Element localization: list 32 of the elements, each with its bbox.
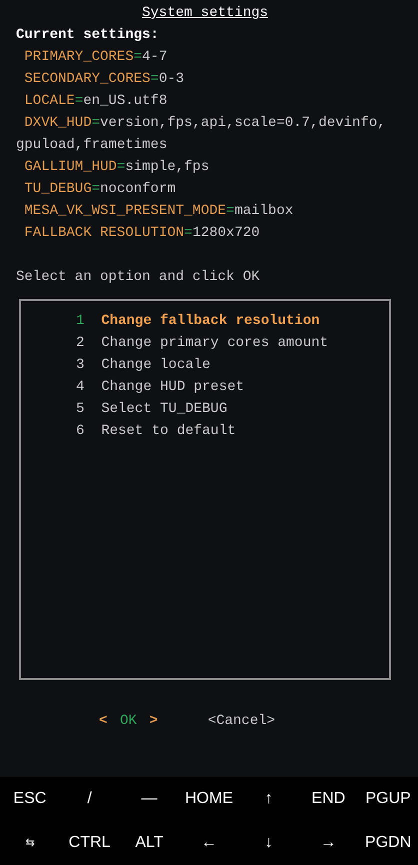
key-button[interactable]: ⇆ xyxy=(25,834,34,852)
key-button[interactable]: / xyxy=(87,787,92,811)
key-button[interactable]: ESC xyxy=(13,787,46,811)
key-button[interactable]: PGUP xyxy=(365,787,411,811)
menu-item[interactable]: 4 Change HUD preset xyxy=(21,376,244,398)
key-button[interactable]: ↓ xyxy=(264,831,273,855)
setting-line: PRIMARY_CORES=4-7 xyxy=(23,48,168,67)
key-button[interactable]: ↑ xyxy=(264,787,273,811)
menu-item[interactable]: 3 Change locale xyxy=(21,354,210,376)
cancel-button[interactable]: <Cancel> xyxy=(208,710,276,732)
key-button[interactable]: CTRL xyxy=(68,831,110,855)
key-button[interactable]: HOME xyxy=(184,787,233,811)
prompt-text: Select an option and click OK xyxy=(16,268,260,287)
setting-line: SECONDARY_CORES=0-3 xyxy=(23,70,186,89)
setting-line: LOCALE=en_US.utf8 xyxy=(23,92,168,111)
key-button[interactable]: PGDN xyxy=(365,831,412,855)
section-heading: Current settings: xyxy=(16,26,159,45)
dialog-title: System settings xyxy=(142,4,268,23)
setting-line: FALLBACK RESOLUTION=1280x720 xyxy=(23,224,261,243)
setting-line: MESA_VK_WSI_PRESENT_MODE=mailbox xyxy=(23,202,294,221)
key-button[interactable]: END xyxy=(312,787,346,811)
menu-item[interactable]: 5 Select TU_DEBUG xyxy=(21,398,228,420)
key-button[interactable]: — xyxy=(141,787,158,811)
menu-item[interactable]: 1 Change fallback resolution xyxy=(21,310,320,332)
key-button[interactable]: ALT xyxy=(135,831,164,855)
ok-button[interactable]: < OK > xyxy=(99,710,158,732)
menu-item[interactable]: 2 Change primary cores amount xyxy=(21,332,328,354)
setting-line: TU_DEBUG=noconform xyxy=(23,180,177,199)
menu-item[interactable]: 6 Reset to default xyxy=(21,420,236,442)
key-button[interactable]: → xyxy=(320,831,336,855)
setting-line: GALLIUM_HUD=simple,fps xyxy=(23,158,210,177)
key-button[interactable]: ← xyxy=(200,831,217,855)
